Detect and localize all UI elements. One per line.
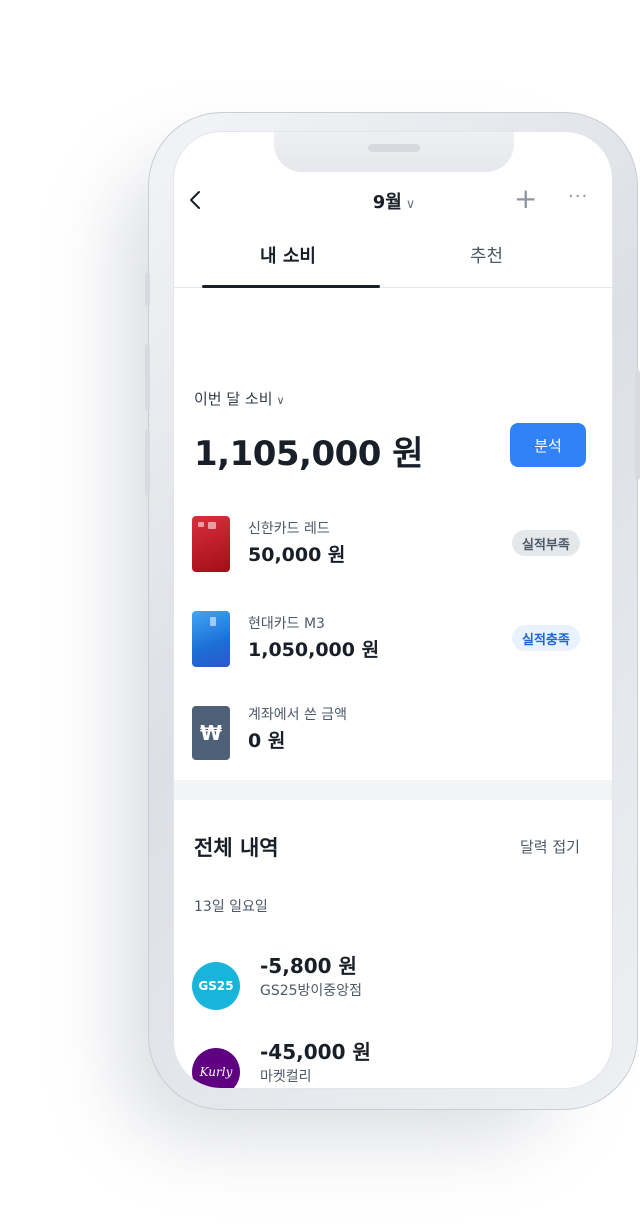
active-tab-indicator xyxy=(202,285,380,288)
collapse-calendar-link[interactable]: 달력 접기 xyxy=(520,836,580,857)
card-logo-mark xyxy=(198,522,204,527)
mute-switch xyxy=(145,272,150,306)
total-spending: 1,105,000 원 xyxy=(194,434,424,474)
chevron-down-icon: ∨ xyxy=(276,394,285,407)
card-row-shinhan[interactable]: 신한카드 레드 50,000 원 실적부족 xyxy=(174,510,612,580)
date-header: 13일 일요일 xyxy=(194,899,268,915)
power-button xyxy=(635,370,640,480)
speaker-grille xyxy=(368,144,420,152)
card-chip xyxy=(208,522,216,529)
card-name: 신한카드 레드 xyxy=(248,521,330,537)
volume-up-button xyxy=(145,344,150,410)
transaction-row[interactable]: GS25 -5,800 원 GS25방이중앙점 xyxy=(174,948,612,1010)
tab-bar: 내 소비 추천 xyxy=(174,238,612,288)
card-name: 현대카드 M3 xyxy=(248,616,325,632)
more-options-icon[interactable]: ··· xyxy=(568,186,588,207)
period-selector[interactable]: 이번 달 소비 ∨ xyxy=(194,388,285,409)
card-amount: 1,050,000 원 xyxy=(248,639,380,661)
period-label: 이번 달 소비 xyxy=(194,390,273,408)
month-label: 9월 xyxy=(372,192,402,213)
analyze-button[interactable]: 분석 xyxy=(510,423,586,467)
status-badge: 실적부족 xyxy=(512,530,580,556)
status-badge: 실적충족 xyxy=(512,625,580,651)
section-divider xyxy=(174,780,612,800)
account-spending-row[interactable]: ₩ 계좌에서 쓴 금액 0 원 xyxy=(174,696,612,766)
transaction-amount: -45,000 원 xyxy=(260,1040,371,1064)
app-screen: 9월 ∨ + ··· 내 소비 추천 이번 달 소비 ∨ 1,105,000 원 분… xyxy=(173,131,613,1089)
transaction-merchant: GS25방이중앙점 xyxy=(260,983,362,999)
kurly-logo-icon: Kurly xyxy=(192,1048,240,1088)
volume-down-button xyxy=(145,430,150,496)
account-label: 계좌에서 쓴 금액 xyxy=(248,707,348,723)
notch xyxy=(274,132,514,172)
top-bar: 9월 ∨ + ··· xyxy=(174,182,612,218)
card-chip xyxy=(210,617,216,626)
card-amount: 50,000 원 xyxy=(248,544,346,566)
tab-my-spending[interactable]: 내 소비 xyxy=(260,242,316,268)
account-amount: 0 원 xyxy=(248,730,286,752)
transaction-row[interactable]: Kurly -45,000 원 마켓컬리 xyxy=(174,1034,612,1088)
won-icon: ₩ xyxy=(192,706,230,760)
month-selector[interactable]: 9월 ∨ xyxy=(174,188,612,214)
tab-recommend[interactable]: 추천 xyxy=(470,242,503,268)
transaction-merchant: 마켓컬리 xyxy=(260,1069,312,1085)
shinhan-card-image xyxy=(192,516,230,572)
chevron-down-icon: ∨ xyxy=(405,197,416,212)
card-row-hyundai[interactable]: 현대카드 M3 1,050,000 원 실적충족 xyxy=(174,605,612,675)
transaction-amount: -5,800 원 xyxy=(260,954,357,978)
gs25-logo-icon: GS25 xyxy=(192,962,240,1010)
history-title: 전체 내역 xyxy=(194,836,279,860)
add-icon[interactable]: + xyxy=(514,185,537,213)
hyundai-card-image xyxy=(192,611,230,667)
